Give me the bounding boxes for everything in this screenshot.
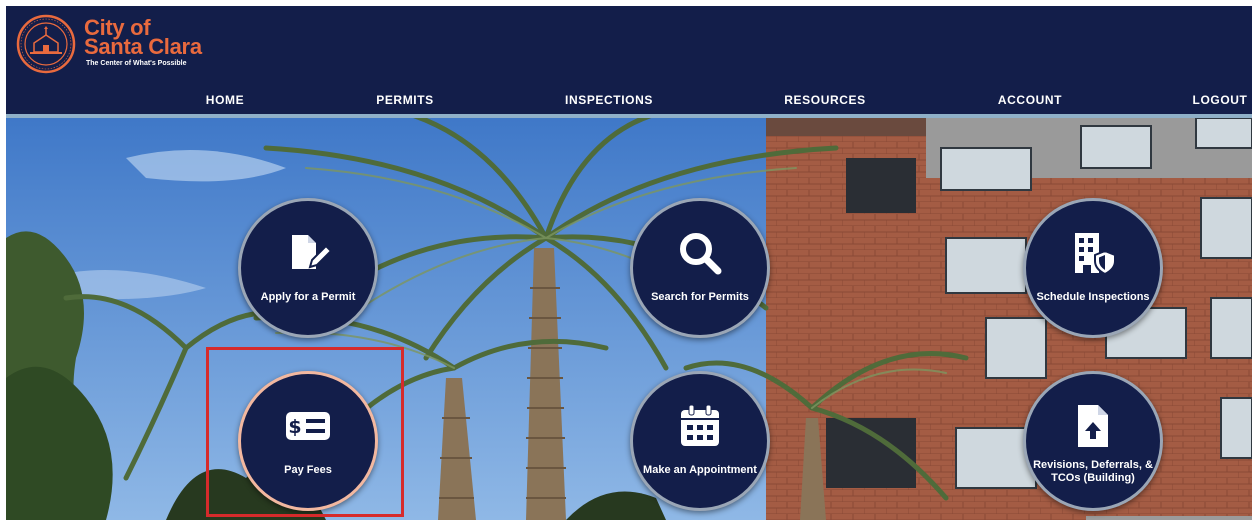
logo-tagline: The Center of What's Possible (86, 60, 187, 67)
search-icon (680, 233, 722, 275)
nav-home[interactable]: HOME (206, 90, 244, 110)
schedule-inspections-tile[interactable]: Schedule Inspections (1023, 198, 1163, 338)
svg-text:$: $ (288, 416, 301, 438)
nav-inspections[interactable]: INSPECTIONS (565, 90, 653, 110)
main-nav: HOME PERMITS INSPECTIONS RESOURCES ACCOU… (6, 90, 1252, 110)
app-root: City of Santa Clara The Center of What's… (6, 6, 1252, 520)
site-header: City of Santa Clara The Center of What's… (6, 6, 1252, 114)
nav-logout[interactable]: LOGOUT (1193, 90, 1248, 110)
city-seal-icon (16, 14, 76, 74)
file-upload-icon (1078, 405, 1108, 447)
revisions-deferrals-tile[interactable]: Revisions, Deferrals, & TCOs (Building) (1023, 371, 1163, 511)
pay-fees-tile[interactable]: $ Pay Fees (238, 371, 378, 511)
schedule-inspections-label: Schedule Inspections (1036, 291, 1150, 303)
apply-permit-tile[interactable]: Apply for a Permit (238, 198, 378, 338)
hero-section: Apply for a Permit Search for Permits Sc… (6, 118, 1252, 520)
make-appointment-label: Make an Appointment (643, 464, 757, 476)
apply-permit-label: Apply for a Permit (260, 291, 356, 303)
nav-permits[interactable]: PERMITS (376, 90, 434, 110)
search-permits-tile[interactable]: Search for Permits (630, 198, 770, 338)
city-logo[interactable]: City of Santa Clara The Center of What's… (16, 14, 202, 74)
logo-line-2: Santa Clara (84, 34, 202, 59)
file-pen-icon (292, 235, 332, 269)
nav-resources[interactable]: RESOURCES (784, 90, 865, 110)
pay-fees-label: Pay Fees (284, 464, 332, 476)
search-permits-label: Search for Permits (651, 291, 749, 303)
building-shield-icon (1075, 233, 1116, 276)
make-appointment-tile[interactable]: Make an Appointment (630, 371, 770, 511)
money-bill-icon: $ (286, 412, 330, 440)
revisions-deferrals-label: Revisions, Deferrals, & TCOs (Building) (1033, 459, 1153, 484)
calendar-icon (681, 404, 719, 446)
nav-account[interactable]: ACCOUNT (998, 90, 1062, 110)
